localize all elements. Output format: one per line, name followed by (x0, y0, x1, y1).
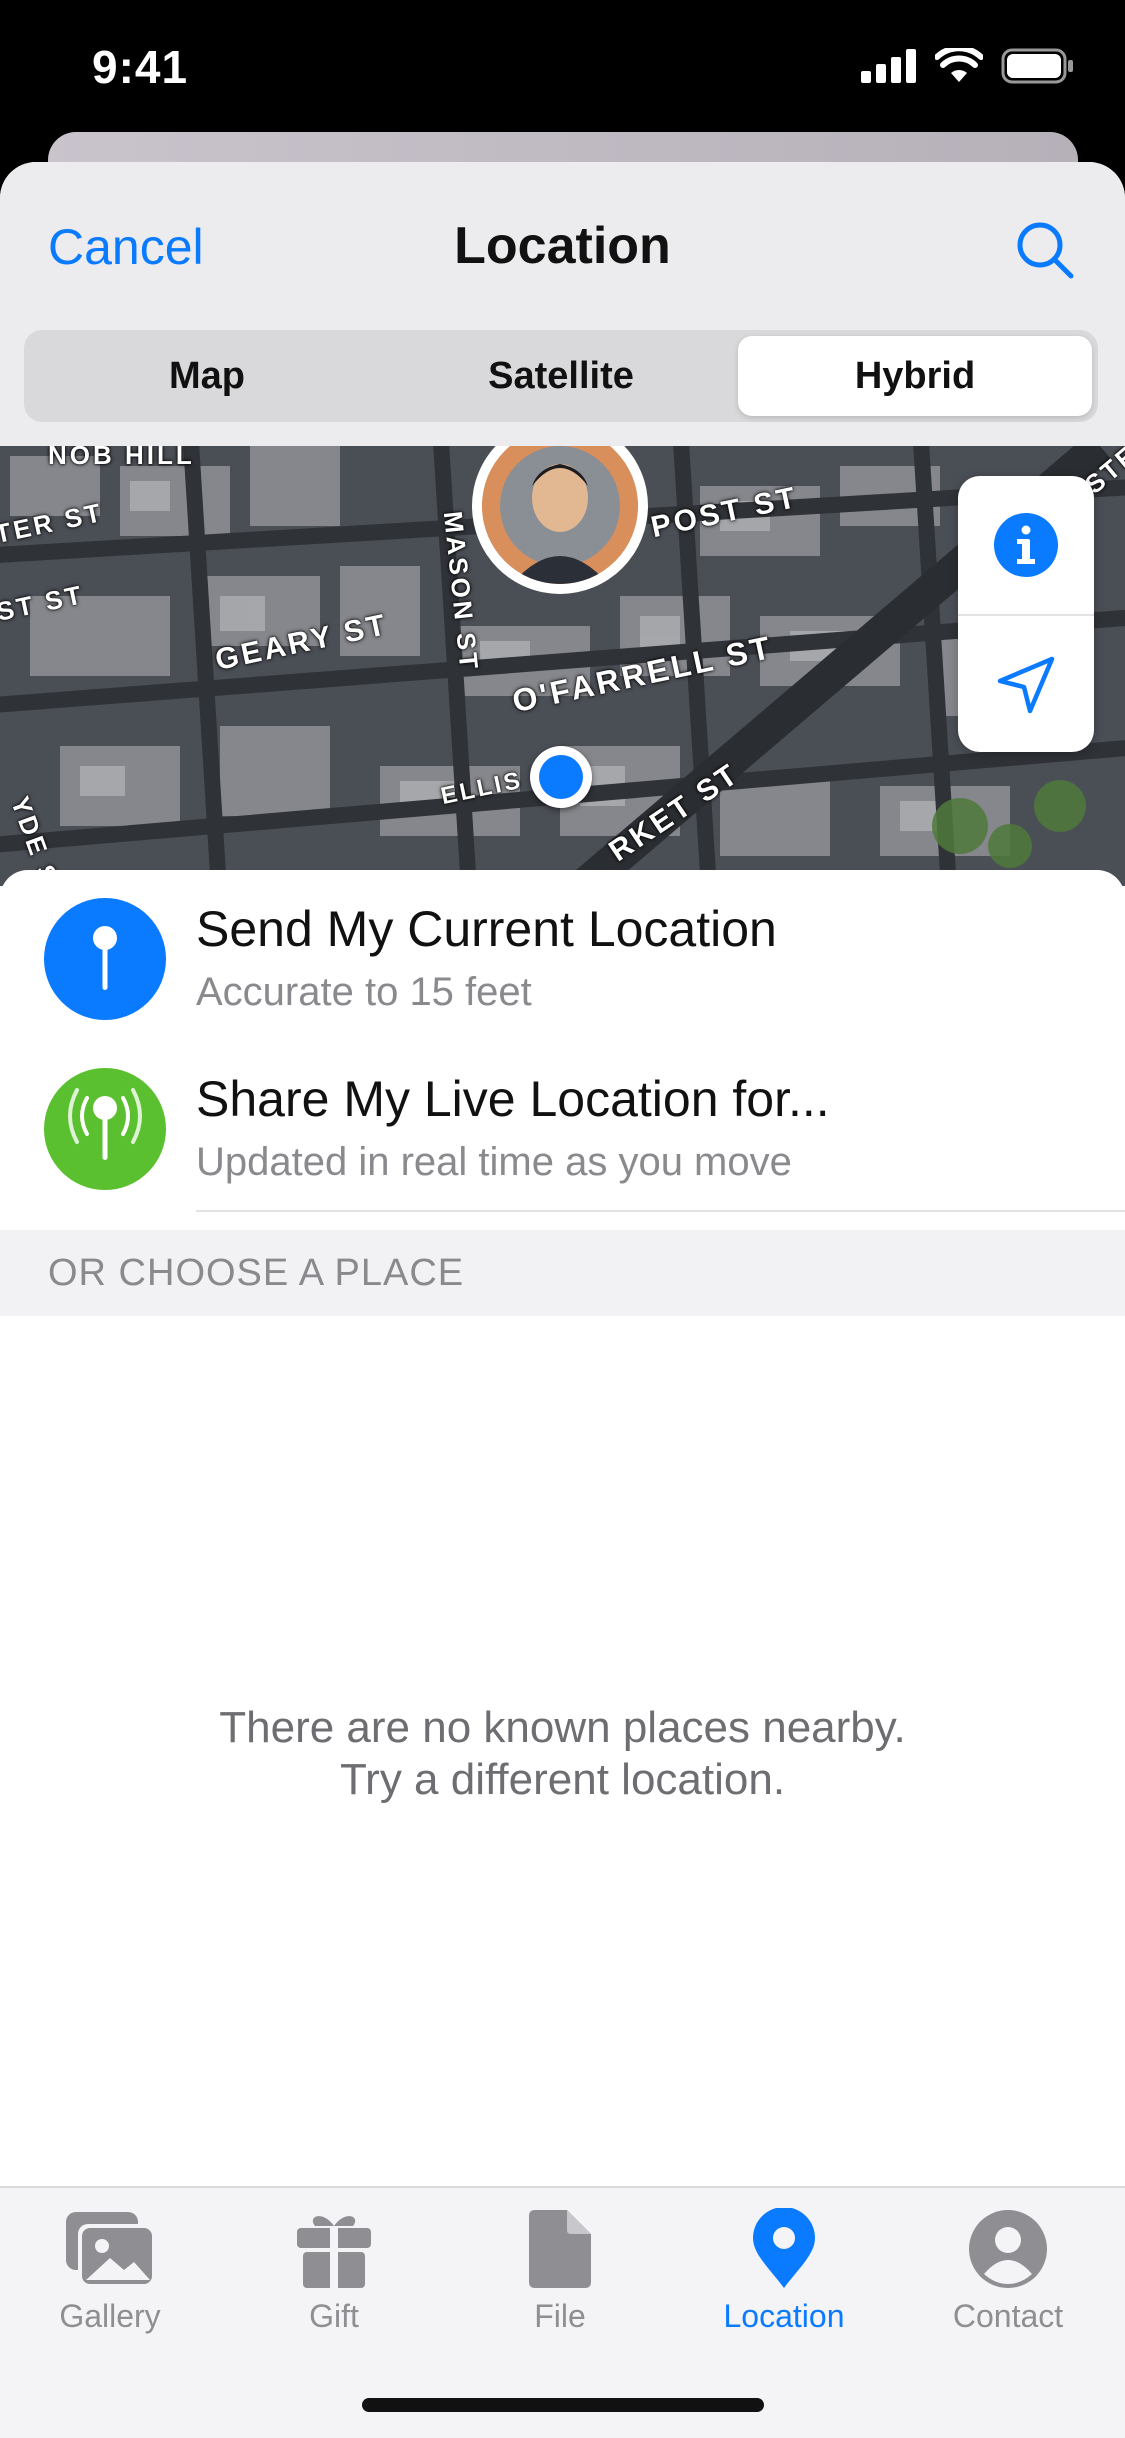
section-header-label: OR CHOOSE A PLACE (48, 1252, 465, 1294)
status-time: 9:41 (92, 41, 189, 93)
search-icon (1017, 222, 1074, 279)
wifi-icon (935, 48, 983, 82)
live-location-icon (44, 1068, 166, 1190)
map-info-button[interactable] (958, 476, 1094, 614)
row-title: Send My Current Location (196, 901, 777, 957)
home-indicator (362, 2398, 764, 2412)
status-icons (861, 48, 1075, 84)
empty-state-message: There are no known places nearby. Try a … (0, 1702, 1125, 1806)
empty-state-line-1: There are no known places nearby. (219, 1703, 906, 1752)
tab-gallery[interactable]: Gallery (10, 2208, 210, 2358)
tab-label: Gallery (59, 2298, 161, 2334)
segment-map[interactable]: Map (30, 336, 384, 416)
segment-hybrid[interactable]: Hybrid (738, 336, 1092, 416)
file-icon (529, 2210, 591, 2288)
map-controls (958, 476, 1094, 752)
segment-satellite[interactable]: Satellite (384, 336, 738, 416)
location-arrow-icon (997, 656, 1055, 714)
tab-label: Gift (309, 2298, 359, 2334)
track-location-button[interactable] (958, 616, 1094, 754)
row-title: Share My Live Location for... (196, 1071, 830, 1127)
location-options-list: Send My Current Location Accurate to 15 … (0, 870, 1125, 1230)
tab-location[interactable]: Location (684, 2208, 884, 2358)
share-live-location-row[interactable]: Share My Live Location for... Updated in… (0, 1040, 1125, 1208)
row-divider (196, 1210, 1125, 1212)
current-location-dot (530, 746, 592, 808)
tab-label: Contact (952, 2298, 1064, 2334)
location-pin-icon (753, 2208, 815, 2288)
battery-icon (1001, 48, 1073, 84)
gallery-icon (66, 2212, 154, 2286)
page-title: Location (454, 217, 671, 275)
tab-label: Location (723, 2298, 845, 2334)
location-sheet: Cancel Location Map Satellite Hybrid NOB… (0, 162, 1125, 2436)
status-bar: 9:41 (0, 0, 1125, 140)
send-current-location-row[interactable]: Send My Current Location Accurate to 15 … (0, 870, 1125, 1038)
navigation-bar: Cancel Location Map Satellite Hybrid (0, 162, 1125, 446)
tab-file[interactable]: File (460, 2208, 660, 2358)
hybrid-map[interactable]: NOB HILL TER ST ST ST GEARY ST MASON ST … (0, 446, 1125, 886)
row-subtitle: Accurate to 15 feet (196, 970, 532, 1014)
section-header: OR CHOOSE A PLACE (0, 1230, 1125, 1316)
row-subtitle: Updated in real time as you move (196, 1140, 792, 1184)
tab-gift[interactable]: Gift (234, 2208, 434, 2358)
tab-contact[interactable]: Contact (908, 2208, 1108, 2358)
tab-label: File (534, 2298, 586, 2334)
street-label: NOB HILL (48, 446, 195, 470)
empty-state-line-2: Try a different location. (339, 1755, 786, 1804)
map-type-segmented-control: Map Satellite Hybrid (24, 330, 1098, 422)
gift-icon (297, 2216, 371, 2288)
avatar (482, 446, 638, 584)
search-button[interactable] (1005, 210, 1085, 290)
cellular-signal-icon (861, 49, 916, 83)
info-icon (994, 513, 1058, 577)
contact-icon (969, 2210, 1047, 2288)
pin-icon (44, 898, 166, 1020)
